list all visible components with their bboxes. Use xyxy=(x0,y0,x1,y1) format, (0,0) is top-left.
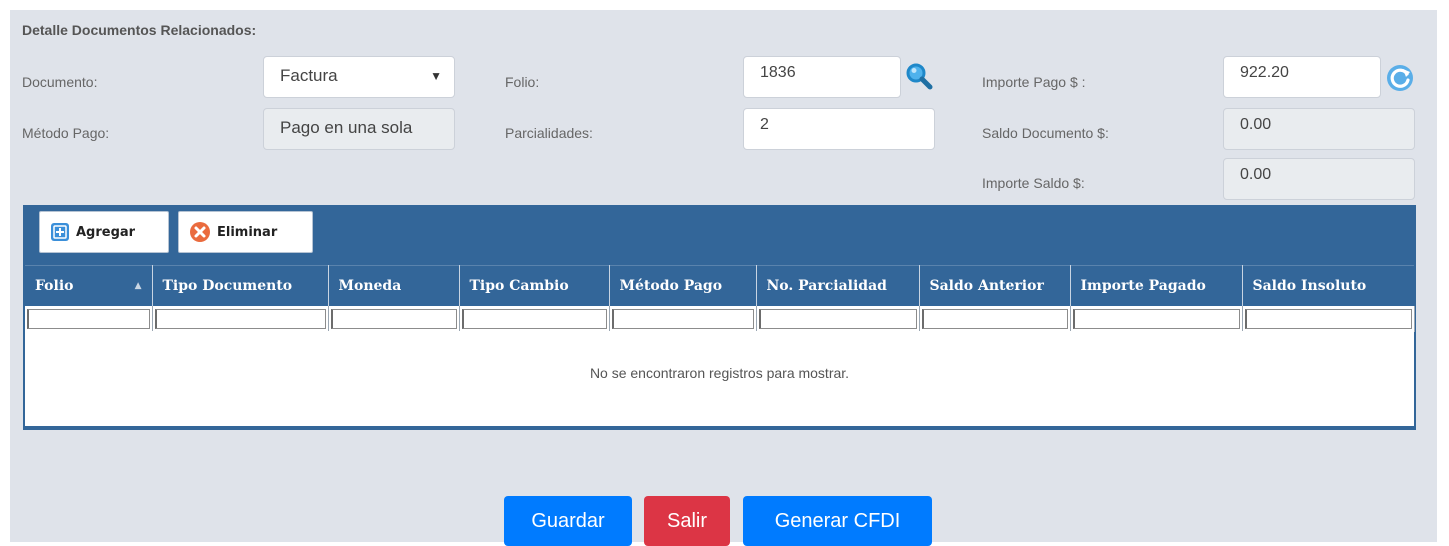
folio-input[interactable]: 1836 xyxy=(743,56,901,98)
filter-moneda-input[interactable] xyxy=(330,308,457,329)
grid-filter-row xyxy=(25,305,1415,332)
saldo-documento-label: Saldo Documento $: xyxy=(982,125,1109,141)
documento-value: Factura xyxy=(280,66,338,85)
filter-metodo-pago-input[interactable] xyxy=(611,308,754,329)
column-header-metodo-pago[interactable]: Método Pago xyxy=(609,265,757,306)
column-header-tipo-documento[interactable]: Tipo Documento xyxy=(152,265,329,306)
grid-header-row: Folio ▲ Tipo Documento Moneda Tipo Cambio… xyxy=(25,265,1414,306)
plus-icon xyxy=(50,222,70,242)
column-header-saldo-insoluto[interactable]: Saldo Insoluto xyxy=(1242,265,1414,306)
filter-tipo-cambio-input[interactable] xyxy=(461,308,607,329)
importe-pago-input[interactable]: 922.20 xyxy=(1223,56,1381,98)
filter-importe-pagado-input[interactable] xyxy=(1072,308,1240,329)
filter-folio-input[interactable] xyxy=(27,308,150,329)
importe-saldo-field: 0.00 xyxy=(1223,158,1415,200)
importe-pago-label: Importe Pago $ : xyxy=(982,74,1086,90)
add-button-label: Agregar xyxy=(76,224,136,240)
folio-label: Folio: xyxy=(505,74,540,90)
filter-no-parcialidad-input[interactable] xyxy=(758,308,917,329)
delete-button[interactable]: Eliminar xyxy=(178,211,313,253)
parcialidades-label: Parcialidades: xyxy=(505,125,593,141)
documento-select[interactable]: Factura ▼ xyxy=(263,56,455,98)
delete-button-label: Eliminar xyxy=(217,224,278,240)
column-header-tipo-cambio[interactable]: Tipo Cambio xyxy=(459,265,610,306)
documento-label: Documento: xyxy=(22,74,98,90)
metodo-pago-label: Método Pago: xyxy=(22,125,110,141)
sort-asc-icon: ▲ xyxy=(134,280,142,291)
refresh-icon[interactable] xyxy=(1384,62,1416,94)
column-header-no-parcialidad[interactable]: No. Parcialidad xyxy=(756,265,920,306)
empty-message: No se encontraron registros para mostrar… xyxy=(25,331,1414,426)
filter-saldo-anterior-input[interactable] xyxy=(921,308,1068,329)
related-documents-panel: Detalle Documentos Relacionados: Documen… xyxy=(10,10,1437,546)
filter-tipo-documento-input[interactable] xyxy=(154,308,326,329)
parcialidades-input[interactable]: 2 xyxy=(743,108,935,150)
chevron-down-icon: ▼ xyxy=(430,69,442,83)
filter-saldo-insoluto-input[interactable] xyxy=(1244,308,1412,329)
documents-grid: Agregar Eliminar Folio ▲ Tipo Documento … xyxy=(23,205,1416,430)
column-header-saldo-anterior[interactable]: Saldo Anterior xyxy=(919,265,1071,306)
grid-table: Folio ▲ Tipo Documento Moneda Tipo Cambio… xyxy=(25,265,1415,332)
close-icon xyxy=(189,221,211,243)
add-button[interactable]: Agregar xyxy=(39,211,169,253)
generate-cfdi-button[interactable]: Generar CFDI xyxy=(743,496,932,546)
column-header-folio[interactable]: Folio ▲ xyxy=(25,265,153,306)
search-icon[interactable] xyxy=(903,60,935,92)
exit-button[interactable]: Salir xyxy=(644,496,730,546)
saldo-documento-field: 0.00 xyxy=(1223,108,1415,150)
column-header-moneda[interactable]: Moneda xyxy=(328,265,460,306)
column-header-importe-pagado[interactable]: Importe Pagado xyxy=(1070,265,1243,306)
importe-saldo-label: Importe Saldo $: xyxy=(982,175,1085,191)
save-button[interactable]: Guardar xyxy=(504,496,632,546)
metodo-pago-field: Pago en una sola xyxy=(263,108,455,150)
section-title: Detalle Documentos Relacionados: xyxy=(22,22,257,38)
